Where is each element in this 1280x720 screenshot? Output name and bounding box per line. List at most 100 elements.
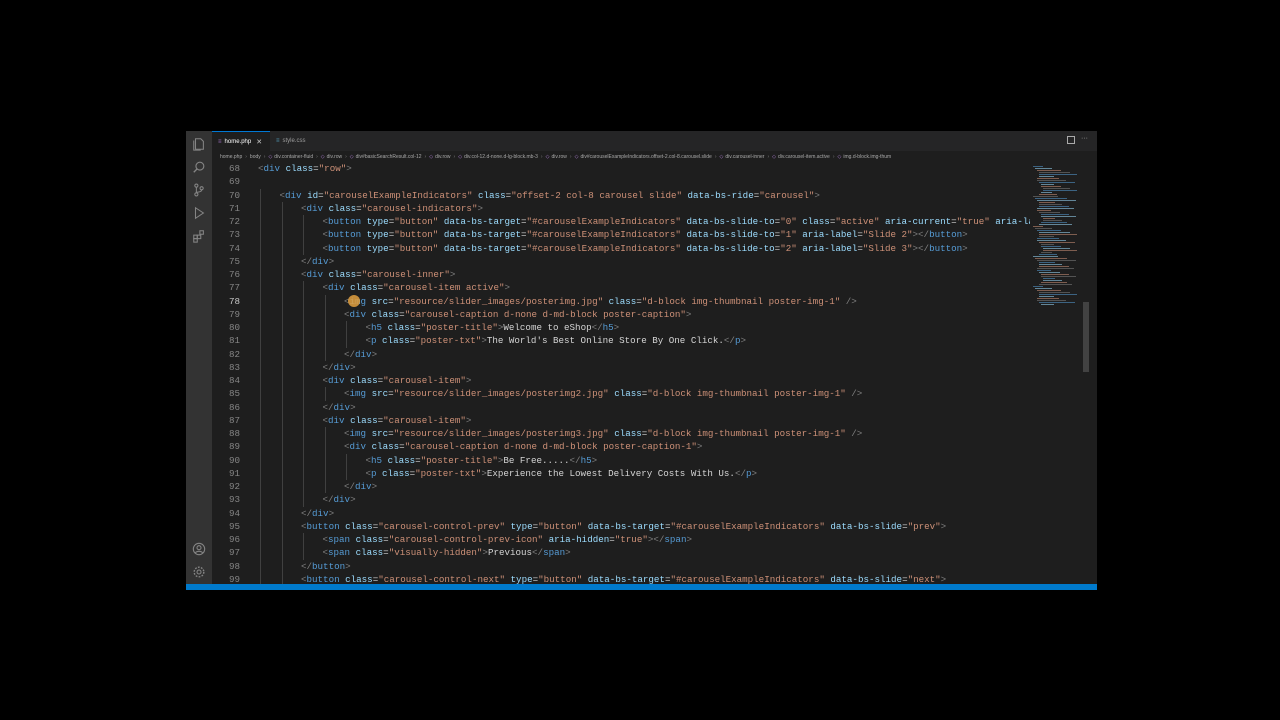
code-line[interactable]: 93 </div> xyxy=(212,493,1030,507)
minimap-line xyxy=(1041,276,1076,277)
line-number: 73 xyxy=(228,229,240,241)
minimap-line xyxy=(1043,220,1062,221)
breadcrumb-label: div.row xyxy=(435,153,451,160)
minimap-line xyxy=(1035,198,1067,199)
code-line[interactable]: 90 <h5 class="poster-title">Be Free.....<… xyxy=(212,453,1030,467)
breadcrumb-item[interactable]: › ◇ div.container-fluid xyxy=(261,154,313,160)
indent-guide xyxy=(303,215,304,229)
code-line[interactable]: 84 <div class="carousel-item"> xyxy=(212,374,1030,388)
files-icon[interactable] xyxy=(192,137,206,151)
indent-guide xyxy=(260,201,261,215)
breadcrumb-item[interactable]: › ◇ div.row xyxy=(538,154,567,160)
code-line[interactable]: 83 </div> xyxy=(212,360,1030,374)
minimap-line xyxy=(1043,188,1070,189)
indent-guide xyxy=(281,572,283,584)
code-line[interactable]: 75 </div> xyxy=(212,254,1030,268)
code-line[interactable]: 97 <span class="visually-hidden">Previous… xyxy=(212,546,1030,560)
minimap-line xyxy=(1037,300,1066,301)
extensions-icon[interactable] xyxy=(192,229,206,243)
minimap-line xyxy=(1041,192,1052,193)
code-line[interactable]: 86 </div> xyxy=(212,400,1030,414)
indent-guide xyxy=(260,572,261,584)
indent-guide xyxy=(281,228,283,242)
breadcrumb-label: home.php xyxy=(220,153,243,160)
run-debug-icon[interactable] xyxy=(192,206,206,220)
breadcrumb-item[interactable]: › ◇ div#basicSearchResult.col-12 xyxy=(342,154,421,160)
code-line[interactable]: 72 <button type="button" data-bs-target="… xyxy=(212,215,1030,229)
code-editor[interactable]: 68 <div class="row"> 69 70 <div id="carousel… xyxy=(212,162,1030,584)
minimap-line xyxy=(1037,208,1074,209)
code-line[interactable]: 96 <span class="carousel-control-prev-ico… xyxy=(212,533,1030,547)
indent-guide xyxy=(281,360,283,374)
breadcrumb-label: div.carousel-inner xyxy=(725,153,765,160)
split-editor-icon[interactable] xyxy=(1067,136,1075,144)
breadcrumb-item[interactable]: › body xyxy=(242,154,261,160)
chevron-right-icon: › xyxy=(345,153,347,160)
indent-guide xyxy=(281,307,283,321)
close-icon[interactable]: ✕ xyxy=(256,138,262,146)
indent-guide xyxy=(260,360,261,374)
indent-guide xyxy=(281,347,283,361)
element-icon: ◇ xyxy=(349,153,354,160)
minimap-line xyxy=(1037,210,1051,211)
code-line[interactable]: 94 </div> xyxy=(212,506,1030,520)
breadcrumb-item[interactable]: › ◇ img.d-block.img-thum xyxy=(830,154,891,160)
code-line[interactable]: 87 <div class="carousel-item"> xyxy=(212,413,1030,427)
code-line[interactable]: 92 </div> xyxy=(212,480,1030,494)
code-line[interactable]: 85 <img src="resource/slider_images/poste… xyxy=(212,387,1030,401)
code-line[interactable]: 99 <button class="carousel-control-next" … xyxy=(212,572,1030,584)
minimap-line xyxy=(1037,238,1059,239)
code-text: </div> xyxy=(322,401,356,413)
minimap-line xyxy=(1033,226,1043,227)
code-text: <img src="resource/slider_images/posteri… xyxy=(344,388,863,400)
tab-style-css[interactable]: ≡ style.css xyxy=(270,131,322,151)
indent-guide xyxy=(324,347,326,361)
tab-home-php[interactable]: ≡ home.php ✕ xyxy=(212,131,270,151)
line-number: 96 xyxy=(228,534,240,545)
scrollbar-thumb[interactable] xyxy=(1083,302,1089,372)
code-line[interactable]: 82 </div> xyxy=(212,347,1030,361)
minimap[interactable] xyxy=(1030,162,1082,584)
code-line[interactable]: 79 <div class="carousel-caption d-none d-… xyxy=(212,307,1030,321)
breadcrumb-item[interactable]: › ◇ div#carouselExampleIndicators.offset-2… xyxy=(567,154,712,160)
code-line[interactable]: 88 <img src="resource/slider_images/poste… xyxy=(212,427,1030,441)
breadcrumb-item[interactable]: › ◇ div.row xyxy=(422,154,451,160)
code-line[interactable]: 76 <div class="carousel-inner"> xyxy=(212,268,1030,282)
indent-guide xyxy=(303,466,304,480)
vertical-scrollbar[interactable] xyxy=(1082,162,1092,584)
minimap-line xyxy=(1043,218,1055,219)
code-line[interactable]: 78 <img src="resource/slider_images/poste… xyxy=(212,294,1030,308)
search-icon[interactable] xyxy=(192,160,206,174)
breadcrumb-item[interactable]: › ◇ div.carousel-inner xyxy=(712,154,765,160)
line-number: 68 xyxy=(228,163,240,174)
indent-guide xyxy=(346,334,347,348)
breadcrumb-item[interactable]: home.php xyxy=(220,154,242,160)
code-line[interactable]: 68 <div class="row"> xyxy=(212,162,1030,175)
code-line[interactable]: 73 <button type="button" data-bs-target="… xyxy=(212,228,1030,242)
chevron-right-icon: › xyxy=(263,153,266,160)
code-line[interactable]: 71 <div class="carousel-indicators"> xyxy=(212,201,1030,215)
code-line[interactable]: 89 <div class="carousel-caption d-none d-… xyxy=(212,440,1030,454)
line-number: 82 xyxy=(228,348,240,360)
breadcrumb-item[interactable]: › ◇ div.row xyxy=(313,154,342,160)
breadcrumb-item[interactable]: › ◇ div.carousel-item.active xyxy=(764,154,829,160)
code-line[interactable]: 81 <p class="poster-txt">The World's Best… xyxy=(212,334,1030,348)
code-line[interactable]: 70 <div id="carouselExampleIndicators" cl… xyxy=(212,188,1030,202)
minimap-line xyxy=(1039,212,1060,213)
code-line[interactable]: 91 <p class="poster-txt">Experience the L… xyxy=(212,466,1030,480)
minimap-line xyxy=(1039,284,1072,285)
code-text: <div class="carousel-inner"> xyxy=(301,269,456,280)
code-line[interactable]: 74 <button type="button" data-bs-target="… xyxy=(212,241,1030,255)
code-line[interactable]: 69 xyxy=(212,175,1030,188)
account-icon[interactable] xyxy=(192,542,206,556)
breadcrumb-item[interactable]: › ◇ div.col-12.d-none.d-lg-block.mb-3 xyxy=(451,154,538,160)
code-line[interactable]: 95 <button class="carousel-control-prev" … xyxy=(212,519,1030,533)
code-line[interactable]: 80 <h5 class="poster-title">Welcome to eS… xyxy=(212,321,1030,335)
source-control-icon[interactable] xyxy=(192,183,206,197)
more-actions-icon[interactable]: ··· xyxy=(1081,135,1089,144)
code-line[interactable]: 77 <div class="carousel-item active"> xyxy=(212,281,1030,295)
code-line[interactable]: 98 </button> xyxy=(212,559,1030,573)
code-text: <p class="poster-txt">Experience the Low… xyxy=(365,467,758,479)
indent-guide xyxy=(260,400,261,414)
settings-gear-icon[interactable] xyxy=(192,565,206,579)
